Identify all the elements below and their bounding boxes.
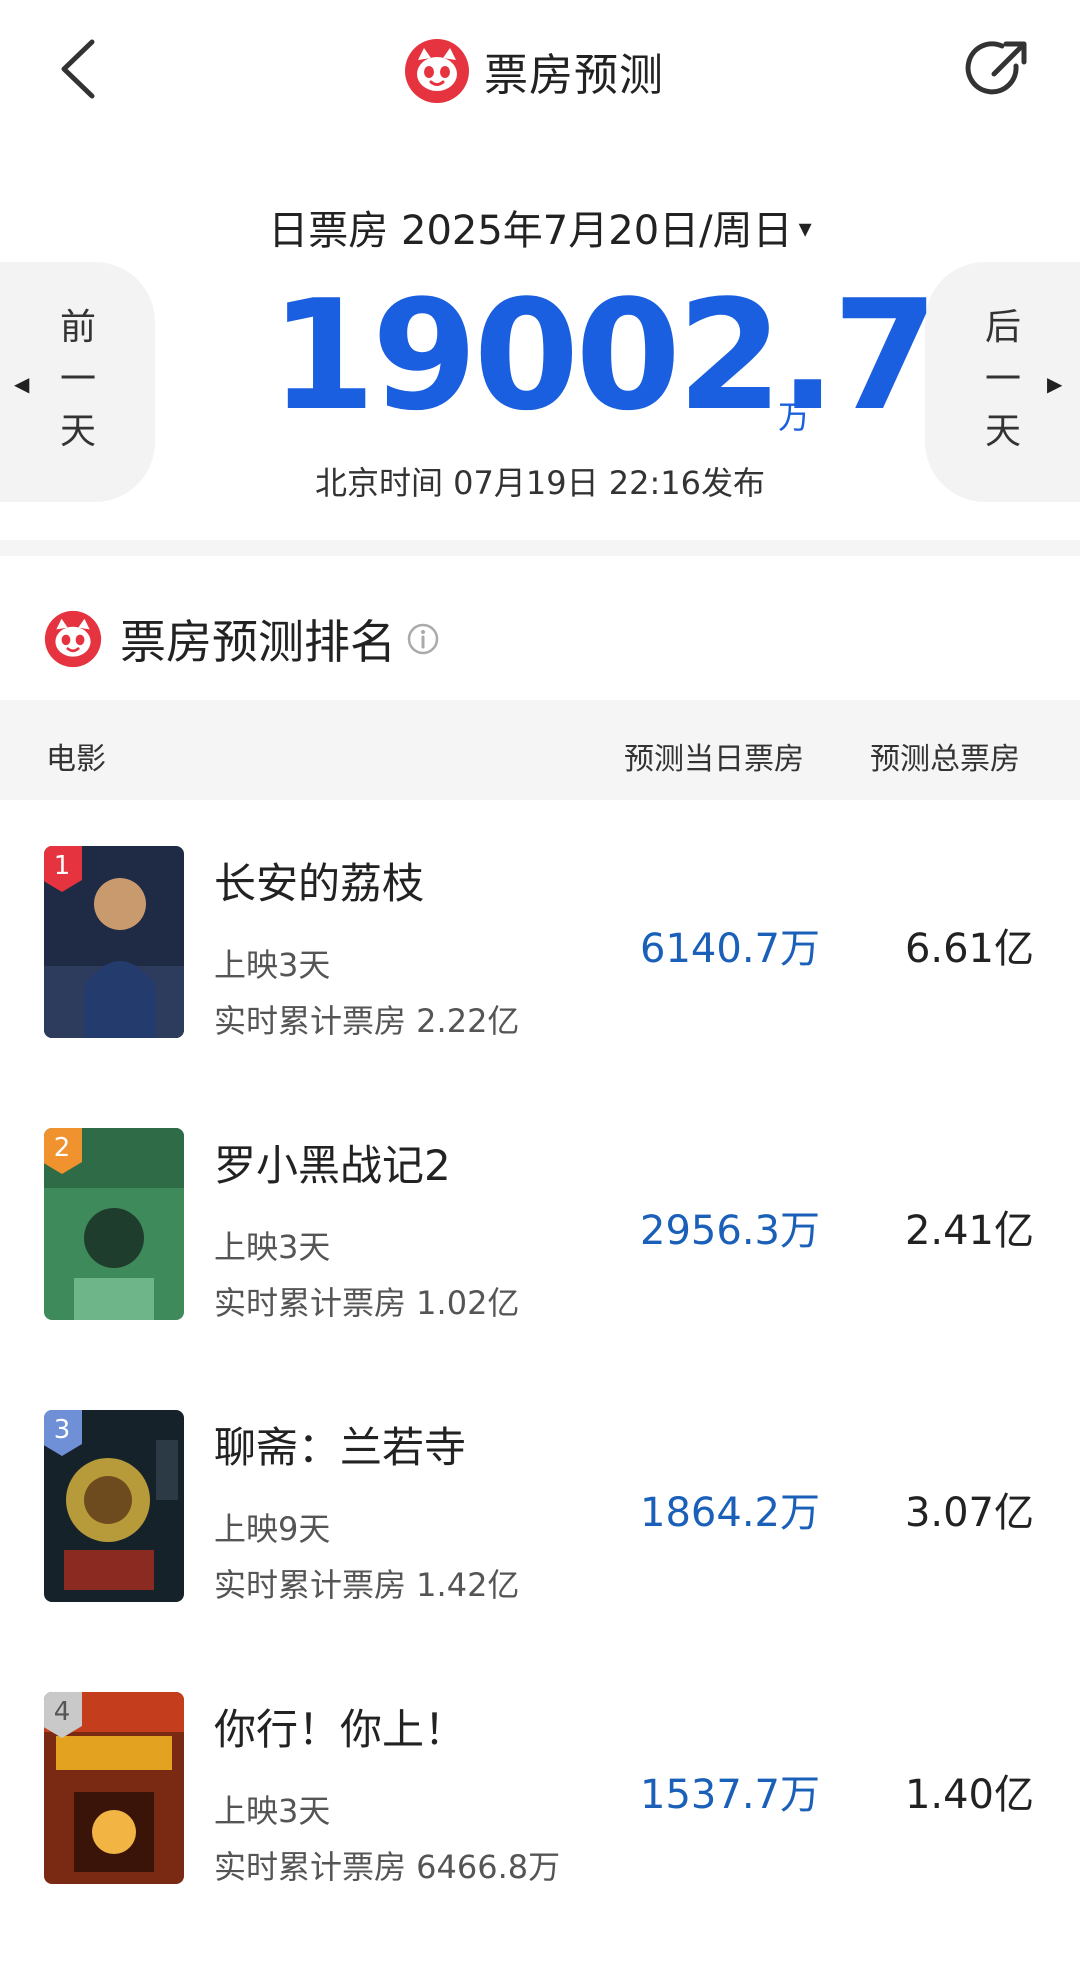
maoyan-cat-logo <box>44 610 102 668</box>
top-bar: 票房预测 <box>0 0 1080 140</box>
predicted-today: 1537.7万 <box>640 1772 820 1818</box>
rank-badge: 2 <box>44 1128 82 1174</box>
publish-time: 北京时间 07月19日 22:16发布 <box>314 464 765 502</box>
cumulative-box-office: 实时累计票房 1.42亿 <box>214 1566 520 1604</box>
column-header-total[interactable]: 预测总票房 <box>870 734 1020 778</box>
column-header-movie: 电影 <box>46 742 106 777</box>
predicted-total: 1.40亿 <box>904 1772 1034 1818</box>
share-icon[interactable] <box>964 36 1032 104</box>
caret-down-icon: ▾ <box>798 214 812 244</box>
cumulative-box-office: 实时累计票房 6466.8万 <box>214 1848 561 1886</box>
movie-title: 你行！你上！ <box>214 1705 467 1754</box>
movie-title: 长安的荔枝 <box>214 859 425 908</box>
table-row[interactable]: 1 长安的荔枝 上映3天 实时累计票房 2.22亿 6140.7万 6.61亿 <box>0 846 1080 1128</box>
rank-badge: 3 <box>44 1410 82 1456</box>
table-header: 电影 预测当日票房 预测总票房 <box>0 700 1080 800</box>
predicted-total: 6.61亿 <box>904 926 1034 972</box>
date-selector[interactable]: 日票房 2025年7月20日/周日 ▾ <box>0 198 1080 256</box>
cumulative-box-office: 实时累计票房 2.22亿 <box>214 1002 520 1040</box>
release-days: 上映3天 <box>214 1792 331 1830</box>
predicted-total: 2.41亿 <box>904 1208 1034 1254</box>
info-icon[interactable] <box>406 622 440 656</box>
date-label: 日票房 2025年7月20日/周日 <box>268 208 793 254</box>
movie-poster: 3 <box>44 1410 184 1602</box>
movie-poster: 1 <box>44 846 184 1038</box>
section-divider <box>0 540 1080 556</box>
movie-title: 罗小黑战记2 <box>214 1141 451 1190</box>
svg-text:4: 4 <box>54 1697 71 1727</box>
rank-badge: 4 <box>44 1692 82 1738</box>
next-day-label: 后一天 <box>984 307 1021 452</box>
app-header-title: 票房预测 <box>404 36 664 106</box>
table-row[interactable]: 3 聊斋：兰若寺 上映9天 实时累计票房 1.42亿 1864.2万 3.07亿 <box>0 1410 1080 1692</box>
page-title: 票房预测 <box>484 50 664 101</box>
movie-poster: 2 <box>44 1128 184 1320</box>
ranking-title: 票房预测排名 <box>120 615 396 669</box>
movie-title: 聊斋：兰若寺 <box>214 1423 467 1472</box>
table-row[interactable]: 2 罗小黑战记2 上映3天 实时累计票房 1.02亿 2956.3万 2.41亿 <box>0 1128 1080 1410</box>
maoyan-cat-logo <box>405 39 469 103</box>
column-header-today[interactable]: 预测当日票房 <box>624 734 804 778</box>
svg-text:2: 2 <box>54 1133 71 1163</box>
cumulative-box-office: 实时累计票房 1.02亿 <box>214 1284 520 1322</box>
arrow-right-icon: ▶ <box>1047 372 1063 396</box>
total-box-office-unit: 万 <box>778 398 811 436</box>
prev-day-label: 前一天 <box>59 307 96 452</box>
svg-text:1: 1 <box>54 851 71 881</box>
ranking-header: 票房预测排名 <box>44 604 440 674</box>
release-days: 上映3天 <box>214 1228 331 1266</box>
predicted-today: 1864.2万 <box>640 1490 820 1536</box>
svg-text:3: 3 <box>54 1415 71 1445</box>
back-chevron-icon[interactable] <box>52 34 112 104</box>
arrow-left-icon: ◀ <box>14 372 30 396</box>
movie-poster: 4 <box>44 1692 184 1884</box>
rank-badge: 1 <box>44 846 82 892</box>
predicted-today: 6140.7万 <box>640 926 820 972</box>
predicted-total: 3.07亿 <box>904 1490 1034 1536</box>
table-row[interactable]: 4 你行！你上！ 上映3天 实时累计票房 6466.8万 1537.7万 1.4… <box>0 1692 1080 1974</box>
release-days: 上映9天 <box>214 1510 331 1548</box>
total-box-office-value: 19002.7 <box>270 267 938 444</box>
release-days: 上映3天 <box>214 946 331 984</box>
predicted-today: 2956.3万 <box>640 1208 820 1254</box>
